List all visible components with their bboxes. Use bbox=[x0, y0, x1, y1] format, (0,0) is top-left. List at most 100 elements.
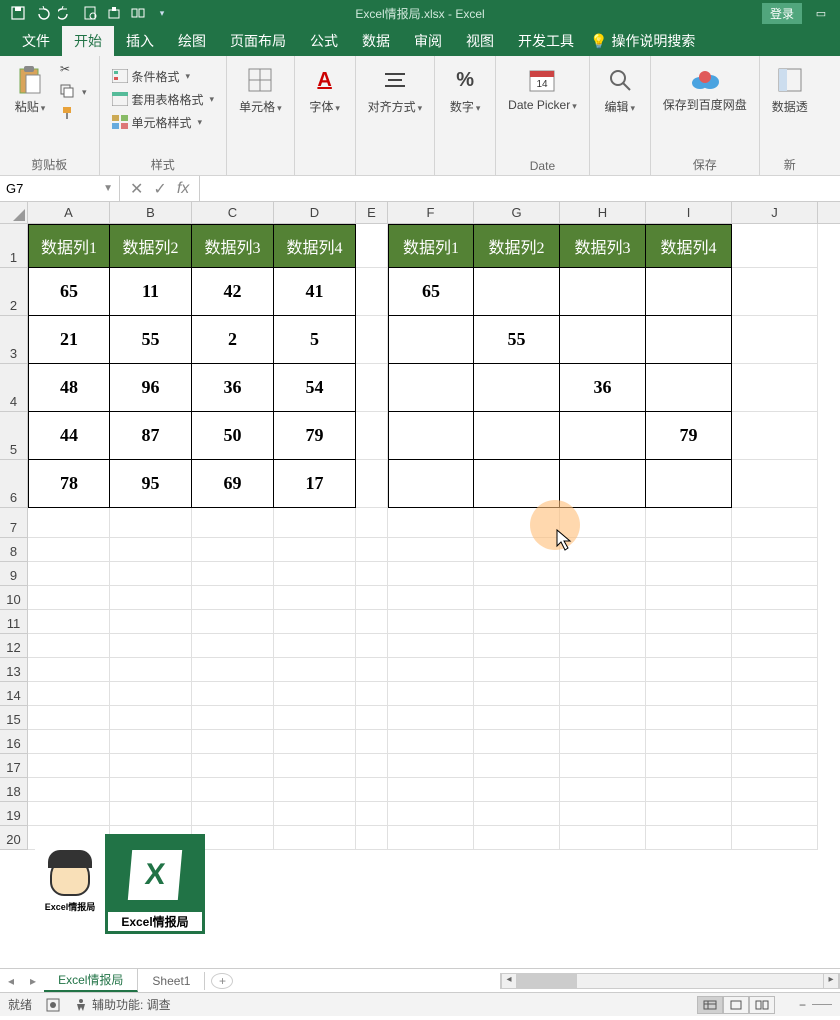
normal-view-button[interactable] bbox=[697, 996, 723, 1014]
col-header-F[interactable]: F bbox=[388, 202, 474, 223]
cell-D12[interactable] bbox=[274, 634, 356, 658]
scroll-thumb[interactable] bbox=[517, 974, 577, 988]
cell-J20[interactable] bbox=[732, 826, 818, 850]
cell-F6[interactable] bbox=[388, 460, 474, 508]
cell-J1[interactable] bbox=[732, 224, 818, 268]
cell-E3[interactable] bbox=[356, 316, 388, 364]
cell-A6[interactable]: 78 bbox=[28, 460, 110, 508]
cell-B19[interactable] bbox=[110, 802, 192, 826]
tab-dev[interactable]: 开发工具 bbox=[506, 26, 586, 56]
cell-E2[interactable] bbox=[356, 268, 388, 316]
cell-A2[interactable]: 65 bbox=[28, 268, 110, 316]
cell-G11[interactable] bbox=[474, 610, 560, 634]
touch-mode-icon[interactable] bbox=[130, 5, 146, 21]
cell-A1[interactable]: 数据列1 bbox=[28, 224, 110, 268]
cell-G19[interactable] bbox=[474, 802, 560, 826]
cell-B3[interactable]: 55 bbox=[110, 316, 192, 364]
cell-G3[interactable]: 55 bbox=[474, 316, 560, 364]
row-header-5[interactable]: 5 bbox=[0, 412, 27, 460]
cell-D16[interactable] bbox=[274, 730, 356, 754]
formula-bar[interactable] bbox=[200, 176, 840, 201]
date-picker-button[interactable]: 14Date Picker bbox=[504, 60, 581, 116]
ribbon-display-icon[interactable]: ▭ bbox=[806, 7, 836, 20]
enter-icon[interactable]: ✓ bbox=[153, 179, 166, 199]
cell-G5[interactable] bbox=[474, 412, 560, 460]
cell-J16[interactable] bbox=[732, 730, 818, 754]
cell-I15[interactable] bbox=[646, 706, 732, 730]
cell-I6[interactable] bbox=[646, 460, 732, 508]
row-header-4[interactable]: 4 bbox=[0, 364, 27, 412]
cell-E1[interactable] bbox=[356, 224, 388, 268]
cell-H18[interactable] bbox=[560, 778, 646, 802]
cell-G17[interactable] bbox=[474, 754, 560, 778]
cell-J12[interactable] bbox=[732, 634, 818, 658]
cell-J18[interactable] bbox=[732, 778, 818, 802]
edit-button[interactable]: 编辑 bbox=[598, 60, 642, 119]
row-header-8[interactable]: 8 bbox=[0, 538, 27, 562]
namebox-dropdown-icon[interactable]: ▼ bbox=[103, 183, 113, 194]
cell-G7[interactable] bbox=[474, 508, 560, 538]
cell-B11[interactable] bbox=[110, 610, 192, 634]
cell-I19[interactable] bbox=[646, 802, 732, 826]
cell-H2[interactable] bbox=[560, 268, 646, 316]
sheet-tab-2[interactable]: Sheet1 bbox=[138, 972, 205, 990]
cell-E6[interactable] bbox=[356, 460, 388, 508]
tab-data[interactable]: 数据 bbox=[350, 26, 402, 56]
conditional-format-button[interactable]: 条件格式 bbox=[108, 66, 219, 87]
cell-A4[interactable]: 48 bbox=[28, 364, 110, 412]
cell-D17[interactable] bbox=[274, 754, 356, 778]
cell-H12[interactable] bbox=[560, 634, 646, 658]
cell-G4[interactable] bbox=[474, 364, 560, 412]
cell-B4[interactable]: 96 bbox=[110, 364, 192, 412]
cell-E19[interactable] bbox=[356, 802, 388, 826]
name-box[interactable]: G7▼ bbox=[0, 176, 120, 201]
table-format-button[interactable]: 套用表格格式 bbox=[108, 89, 219, 110]
undo-icon[interactable] bbox=[34, 5, 50, 21]
col-header-H[interactable]: H bbox=[560, 202, 646, 223]
cell-H15[interactable] bbox=[560, 706, 646, 730]
cell-E17[interactable] bbox=[356, 754, 388, 778]
font-button[interactable]: A字体 bbox=[303, 60, 347, 119]
cell-F19[interactable] bbox=[388, 802, 474, 826]
cell-D8[interactable] bbox=[274, 538, 356, 562]
cell-D19[interactable] bbox=[274, 802, 356, 826]
cell-H5[interactable] bbox=[560, 412, 646, 460]
page-break-view-button[interactable] bbox=[749, 996, 775, 1014]
cell-C17[interactable] bbox=[192, 754, 274, 778]
cell-F16[interactable] bbox=[388, 730, 474, 754]
accessibility-status[interactable]: 辅助功能: 调查 bbox=[74, 996, 171, 1013]
cell-E4[interactable] bbox=[356, 364, 388, 412]
cell-H8[interactable] bbox=[560, 538, 646, 562]
cell-J10[interactable] bbox=[732, 586, 818, 610]
print-preview-icon[interactable] bbox=[82, 5, 98, 21]
save-cloud-button[interactable]: 保存到百度网盘 bbox=[659, 60, 751, 116]
row-header-13[interactable]: 13 bbox=[0, 658, 27, 682]
cell-B18[interactable] bbox=[110, 778, 192, 802]
sheet-tab-1[interactable]: Excel情报局 bbox=[44, 969, 138, 992]
cell-A19[interactable] bbox=[28, 802, 110, 826]
cell-I3[interactable] bbox=[646, 316, 732, 364]
cell-B10[interactable] bbox=[110, 586, 192, 610]
row-header-9[interactable]: 9 bbox=[0, 562, 27, 586]
cell-E18[interactable] bbox=[356, 778, 388, 802]
cell-D4[interactable]: 54 bbox=[274, 364, 356, 412]
cell-I16[interactable] bbox=[646, 730, 732, 754]
cell-J7[interactable] bbox=[732, 508, 818, 538]
cell-D13[interactable] bbox=[274, 658, 356, 682]
cell-A7[interactable] bbox=[28, 508, 110, 538]
copy-button[interactable] bbox=[56, 82, 91, 102]
scroll-right-icon[interactable]: ▸ bbox=[823, 974, 839, 988]
column-headers[interactable]: ABCDEFGHIJ bbox=[28, 202, 840, 224]
cell-C5[interactable]: 50 bbox=[192, 412, 274, 460]
cell-B1[interactable]: 数据列2 bbox=[110, 224, 192, 268]
login-button[interactable]: 登录 bbox=[762, 3, 802, 24]
cell-C8[interactable] bbox=[192, 538, 274, 562]
cell-G8[interactable] bbox=[474, 538, 560, 562]
cell-B8[interactable] bbox=[110, 538, 192, 562]
cell-G6[interactable] bbox=[474, 460, 560, 508]
cell-I18[interactable] bbox=[646, 778, 732, 802]
cell-A18[interactable] bbox=[28, 778, 110, 802]
cell-D18[interactable] bbox=[274, 778, 356, 802]
cell-I2[interactable] bbox=[646, 268, 732, 316]
cell-C11[interactable] bbox=[192, 610, 274, 634]
